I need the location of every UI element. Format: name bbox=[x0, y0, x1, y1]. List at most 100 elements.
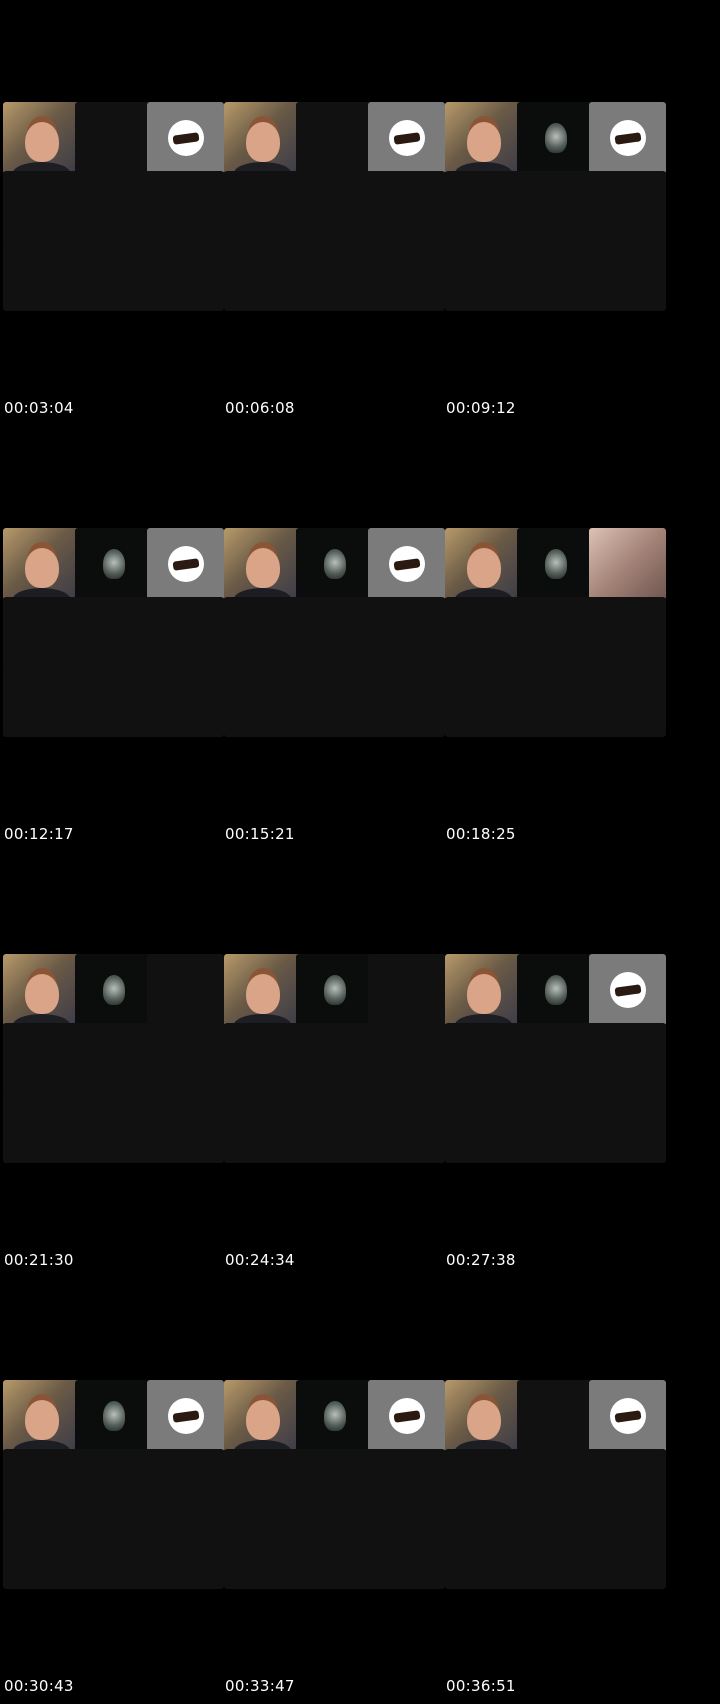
participant-video-tile bbox=[224, 102, 301, 174]
participant-avatar-tile bbox=[75, 528, 152, 600]
empty-tile bbox=[445, 665, 522, 737]
masked-avatar-icon bbox=[323, 549, 346, 579]
empty-tile bbox=[517, 665, 594, 737]
masked-avatar-icon bbox=[323, 975, 346, 1005]
timestamp-label: 00:09:12 bbox=[446, 399, 516, 417]
video-thumbnail[interactable]: 00:18:25 bbox=[442, 426, 678, 852]
video-thumbnail[interactable]: 00:21:30 bbox=[0, 852, 236, 1278]
video-thumbnail[interactable]: 00:33:47 bbox=[221, 1278, 457, 1704]
participant-avatar-tile bbox=[75, 954, 152, 1026]
participant-avatar-tile bbox=[368, 1380, 445, 1452]
participant-video-tile bbox=[445, 102, 522, 174]
empty-tile bbox=[224, 1023, 301, 1095]
empty-tile bbox=[445, 1517, 522, 1589]
empty-tile bbox=[147, 1091, 224, 1163]
empty-tile bbox=[368, 665, 445, 737]
empty-tile bbox=[368, 597, 445, 669]
timestamp-label: 00:12:17 bbox=[4, 825, 74, 843]
empty-tile bbox=[224, 665, 301, 737]
timestamp-label: 00:24:34 bbox=[225, 1251, 295, 1269]
empty-tile bbox=[445, 239, 522, 311]
empty-tile bbox=[445, 171, 522, 243]
masked-avatar-icon bbox=[544, 549, 567, 579]
avatar-logo-icon bbox=[388, 120, 425, 156]
avatar-logo-icon bbox=[609, 120, 646, 156]
empty-tile bbox=[589, 665, 666, 737]
empty-tile bbox=[224, 1449, 301, 1521]
participant-avatar-tile bbox=[147, 102, 224, 174]
empty-tile bbox=[224, 597, 301, 669]
empty-tile bbox=[147, 1023, 224, 1095]
video-thumbnail[interactable]: 00:09:12 bbox=[442, 0, 678, 426]
empty-tile bbox=[147, 171, 224, 243]
participant-avatar-tile bbox=[589, 1380, 666, 1452]
timestamp-label: 00:18:25 bbox=[446, 825, 516, 843]
video-thumbnail[interactable]: 00:30:43 bbox=[0, 1278, 236, 1704]
empty-tile bbox=[589, 171, 666, 243]
participant-video-tile bbox=[3, 954, 80, 1026]
masked-avatar-icon bbox=[102, 975, 125, 1005]
participant-video-tile bbox=[224, 1380, 301, 1452]
video-thumbnail[interactable]: 00:24:34 bbox=[221, 852, 457, 1278]
avatar-logo-icon bbox=[167, 546, 204, 582]
empty-tile bbox=[296, 102, 373, 174]
empty-tile bbox=[517, 597, 594, 669]
empty-tile bbox=[3, 1023, 80, 1095]
empty-tile bbox=[3, 597, 80, 669]
empty-tile bbox=[75, 239, 152, 311]
participant-video-tile bbox=[589, 528, 666, 600]
participant-grid bbox=[445, 528, 681, 750]
avatar-logo-icon bbox=[167, 1398, 204, 1434]
participant-video-tile bbox=[224, 954, 301, 1026]
timestamp-label: 00:03:04 bbox=[4, 399, 74, 417]
video-thumbnail[interactable]: 00:36:51 bbox=[442, 1278, 678, 1704]
empty-tile bbox=[517, 1449, 594, 1521]
video-thumbnail[interactable]: 00:06:08 bbox=[221, 0, 457, 426]
empty-tile bbox=[296, 239, 373, 311]
empty-tile bbox=[75, 1023, 152, 1095]
avatar-logo-icon bbox=[388, 546, 425, 582]
masked-avatar-icon bbox=[102, 1401, 125, 1431]
participant-grid bbox=[445, 954, 681, 1176]
empty-tile bbox=[75, 171, 152, 243]
avatar-logo-icon bbox=[609, 972, 646, 1008]
timestamp-label: 00:15:21 bbox=[225, 825, 295, 843]
video-thumbnail[interactable]: 00:12:17 bbox=[0, 426, 236, 852]
avatar-logo-icon bbox=[167, 120, 204, 156]
empty-tile bbox=[75, 665, 152, 737]
participant-video-tile bbox=[224, 528, 301, 600]
participant-avatar-tile bbox=[296, 954, 373, 1026]
empty-tile bbox=[589, 1517, 666, 1589]
timestamp-label: 00:36:51 bbox=[446, 1677, 516, 1695]
empty-tile bbox=[75, 102, 152, 174]
avatar-logo-icon bbox=[609, 1398, 646, 1434]
participant-grid bbox=[224, 102, 460, 324]
participant-grid bbox=[224, 1380, 460, 1602]
empty-tile bbox=[517, 1023, 594, 1095]
empty-tile bbox=[368, 1517, 445, 1589]
participant-avatar-tile bbox=[296, 1380, 373, 1452]
empty-tile bbox=[147, 597, 224, 669]
participant-grid bbox=[445, 102, 681, 324]
masked-avatar-icon bbox=[102, 549, 125, 579]
empty-tile bbox=[147, 1517, 224, 1589]
video-thumbnail[interactable]: 00:27:38 bbox=[442, 852, 678, 1278]
timestamp-label: 00:06:08 bbox=[225, 399, 295, 417]
participant-grid bbox=[445, 1380, 681, 1602]
empty-tile bbox=[224, 1517, 301, 1589]
participant-video-tile bbox=[445, 528, 522, 600]
empty-tile bbox=[368, 1449, 445, 1521]
empty-tile bbox=[296, 665, 373, 737]
video-thumbnail[interactable]: 00:03:04 bbox=[0, 0, 236, 426]
empty-tile bbox=[589, 1023, 666, 1095]
empty-tile bbox=[147, 954, 224, 1026]
empty-tile bbox=[224, 239, 301, 311]
empty-tile bbox=[517, 1091, 594, 1163]
video-thumbnail[interactable]: 00:15:21 bbox=[221, 426, 457, 852]
empty-tile bbox=[517, 171, 594, 243]
participant-grid bbox=[3, 954, 239, 1176]
empty-tile bbox=[296, 171, 373, 243]
empty-tile bbox=[147, 239, 224, 311]
participant-avatar-tile bbox=[147, 528, 224, 600]
empty-tile bbox=[589, 597, 666, 669]
